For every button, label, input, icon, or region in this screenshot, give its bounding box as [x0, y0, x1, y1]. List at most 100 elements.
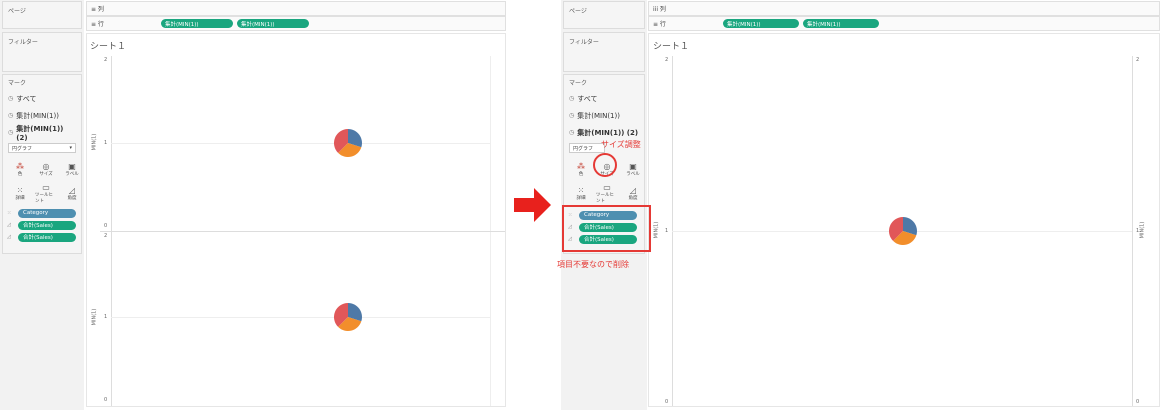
- left-gridline-top: [111, 143, 491, 144]
- left-marks-min1-label: 集計(MIN(1)): [16, 111, 59, 120]
- right-angle-button[interactable]: ◿ 角度: [622, 183, 644, 203]
- right-marks-title: マーク: [569, 80, 588, 87]
- label-icon: ▣: [629, 161, 637, 171]
- right-mark-type-value: 円グラフ: [573, 145, 594, 152]
- right-detail-button[interactable]: ⁙ 詳細: [570, 183, 592, 203]
- left-marks-card: マーク ◷ すべて ◷ 集計(MIN(1)) ◷ 集計(MIN(1)) (2) 円グラ…: [2, 74, 82, 254]
- left-y-axis-label-top: MIN(1): [91, 133, 98, 151]
- left-mark-type-value: 円グラフ: [12, 145, 33, 152]
- right-marks-min1-2-label: 集計(MIN(1)) (2): [577, 128, 639, 137]
- right-right-tick-0: 0: [1136, 399, 1140, 405]
- left-filters-title: フィルター: [8, 39, 38, 46]
- right-columns-label: iii 列: [653, 6, 666, 13]
- left-marks-all-label: すべて: [16, 94, 37, 103]
- size-icon: ◿: [7, 234, 11, 240]
- left-label-button[interactable]: ▣ ラベル: [61, 159, 83, 179]
- left-columns-shelf[interactable]: ≡ 列: [86, 1, 506, 16]
- left-pie-bottom[interactable]: [334, 303, 362, 331]
- left-size-button[interactable]: ◎ サイズ: [35, 159, 57, 179]
- right-rows-label: ≡ 行: [653, 21, 666, 28]
- marks-icon: ◷: [8, 112, 14, 119]
- left-label-label: ラベル: [65, 171, 79, 177]
- left-pie-top[interactable]: [334, 129, 362, 157]
- left-color-button[interactable]: ⁂ 色: [9, 159, 31, 179]
- right-filters-title: フィルター: [569, 39, 599, 46]
- right-filters-card[interactable]: フィルター: [563, 32, 645, 72]
- marks-icon: ◷: [8, 129, 14, 136]
- left-row-pill-2[interactable]: 集計(MIN(1)): [237, 19, 309, 28]
- right-marks-min1[interactable]: ◷ 集計(MIN(1)): [564, 107, 644, 124]
- annotation-size-adjust: サイズ調整: [601, 140, 641, 149]
- tooltip-icon: ▭: [603, 182, 611, 192]
- right-right-tick-2: 2: [1136, 57, 1140, 63]
- left-tick-bottom-1: 1: [104, 314, 108, 320]
- right-row-pill-2[interactable]: 集計(MIN(1)): [803, 19, 879, 28]
- left-field-category[interactable]: ⁙ Category: [3, 207, 81, 219]
- annotation-delete-fields: 項目不要なので削除: [557, 260, 629, 269]
- detail-icon: ⁙: [577, 185, 585, 195]
- right-marks-all-label: すべて: [577, 94, 598, 103]
- right-row-pill-1[interactable]: 集計(MIN(1)): [723, 19, 799, 28]
- marks-icon: ◷: [569, 129, 575, 136]
- left-field-sales-1[interactable]: ◿ 合計(Sales): [3, 219, 81, 231]
- right-label-button[interactable]: ▣ ラベル: [622, 159, 644, 179]
- left-rows-shelf[interactable]: ≡ 行 集計(MIN(1)) 集計(MIN(1)): [86, 16, 506, 31]
- left-color-label: 色: [17, 171, 23, 177]
- right-sheet-title: シート１: [653, 42, 690, 52]
- right-columns-shelf[interactable]: iii 列: [648, 1, 1160, 16]
- left-view: [86, 33, 506, 407]
- left-marks-min1-2[interactable]: ◷ 集計(MIN(1)) (2): [3, 124, 81, 142]
- left-tooltip-label: ツールヒント: [35, 192, 53, 204]
- angle-icon: ◿: [7, 222, 11, 228]
- left-sheet-title: シート１: [90, 42, 127, 52]
- right-tooltip-button[interactable]: ▭ ツールヒント: [596, 182, 618, 204]
- left-sales-pill-1[interactable]: 合計(Sales): [18, 220, 76, 230]
- right-mark-type-dropdown[interactable]: 円グラフ: [569, 143, 605, 153]
- left-marks-min1[interactable]: ◷ 集計(MIN(1)): [3, 107, 81, 124]
- right-marks-min1-label: 集計(MIN(1)): [577, 111, 620, 120]
- right-pages-title: ページ: [569, 8, 587, 15]
- marks-icon: ◷: [569, 95, 575, 102]
- marks-icon: ◷: [569, 112, 575, 119]
- right-color-label: 色: [578, 171, 584, 177]
- right-marks-all[interactable]: ◷ すべて: [564, 90, 644, 107]
- left-angle-label: 角度: [67, 195, 77, 201]
- left-category-pill[interactable]: Category: [18, 208, 76, 218]
- left-marks-title: マーク: [8, 80, 27, 87]
- left-detail-button[interactable]: ⁙ 詳細: [9, 183, 31, 203]
- left-mark-type-dropdown[interactable]: 円グラフ ▾: [8, 143, 76, 153]
- left-tick-top-0: 0: [104, 223, 108, 229]
- right-rows-shelf[interactable]: ≡ 行 集計(MIN(1)) 集計(MIN(1)): [648, 16, 1160, 31]
- size-highlight-circle: [593, 153, 617, 177]
- left-rows-label: ≡ 行: [91, 21, 104, 28]
- left-field-sales-2[interactable]: ◿ 合計(Sales): [3, 231, 81, 243]
- left-row-pill-1[interactable]: 集計(MIN(1)): [161, 19, 233, 28]
- left-pages-card[interactable]: ページ: [2, 1, 82, 29]
- right-y-axis-label-right: MIN(1): [1139, 221, 1146, 239]
- left-filters-card[interactable]: フィルター: [2, 32, 82, 72]
- detail-icon: ⁙: [7, 210, 12, 216]
- right-right-axis-line: [1132, 56, 1133, 406]
- left-marks-all[interactable]: ◷ すべて: [3, 90, 81, 107]
- left-tick-bottom-2: 2: [104, 233, 108, 239]
- left-pane-divider: [100, 231, 505, 232]
- right-tooltip-label: ツールヒント: [596, 192, 614, 204]
- left-detail-label: 詳細: [15, 195, 25, 201]
- right-left-tick-0: 0: [665, 399, 669, 405]
- right-pie[interactable]: [889, 217, 917, 245]
- left-angle-button[interactable]: ◿ 角度: [61, 183, 83, 203]
- left-tooltip-button[interactable]: ▭ ツールヒント: [35, 182, 57, 204]
- tooltip-icon: ▭: [42, 182, 50, 192]
- angle-icon: ◿: [68, 185, 76, 195]
- right-left-tick-1: 1: [665, 228, 669, 234]
- marks-icon: ◷: [8, 95, 14, 102]
- left-marks-min1-2-label: 集計(MIN(1)) (2): [16, 124, 64, 142]
- right-pages-card[interactable]: ページ: [563, 1, 645, 29]
- left-sales-pill-2[interactable]: 合計(Sales): [18, 232, 76, 242]
- left-tick-bottom-0: 0: [104, 397, 108, 403]
- color-icon: ⁂: [577, 161, 585, 171]
- label-icon: ▣: [68, 161, 76, 171]
- right-detail-label: 詳細: [576, 195, 586, 201]
- right-color-button[interactable]: ⁂ 色: [570, 159, 592, 179]
- left-tick-top-1: 1: [104, 140, 108, 146]
